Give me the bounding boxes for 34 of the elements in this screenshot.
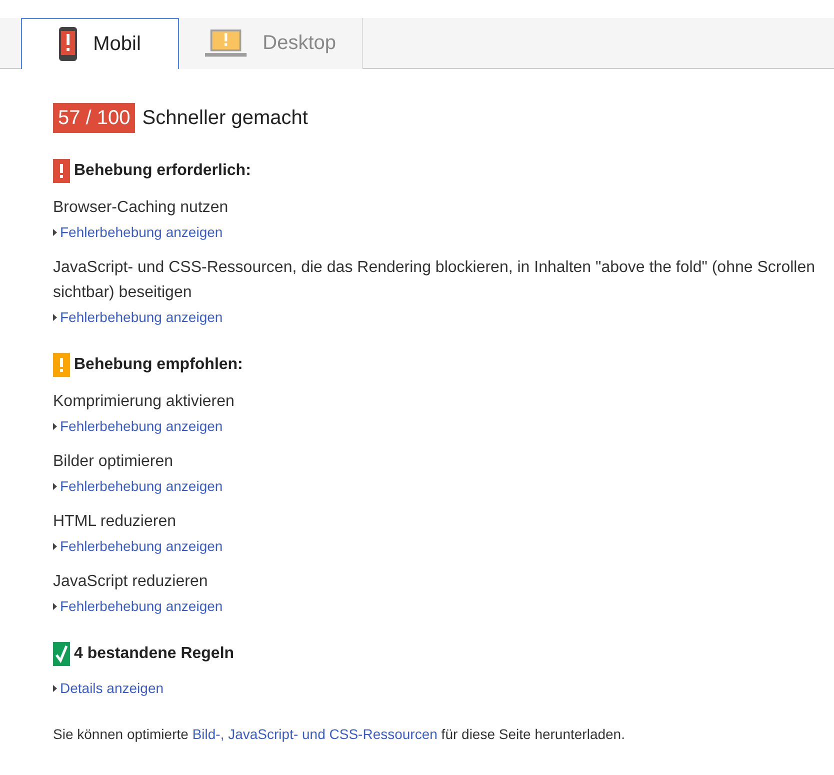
- triangle-icon: [53, 422, 57, 430]
- details-link[interactable]: Fehlerbehebung anzeigen: [60, 222, 223, 242]
- tab[interactable]: Mobil: [21, 18, 179, 69]
- rule-title: Bilder optimieren: [53, 452, 174, 472]
- triangle-icon: [53, 602, 57, 610]
- checkmark-icon: [53, 642, 70, 666]
- exclamation-icon: [53, 159, 70, 183]
- triangle-icon: [53, 684, 57, 692]
- download-note: Sie können optimierte Bild-, JavaScript- und CSS-Ressourcen für diese Seite herunterladen.: [53, 725, 626, 744]
- triangle-icon: [53, 228, 57, 236]
- section-heading: Behebung erforderlich:: [74, 162, 251, 180]
- rule-title: JavaScript reduzieren: [53, 572, 209, 592]
- triangle-icon: [53, 314, 57, 320]
- score-badge: 57 / 100: [53, 103, 136, 133]
- rule-title: JavaScript- und CSS-Ressourcen, die das Rendering blockieren, in Inhalten "above the fold" (ohne Scrollen sichtbar) beseitigen: [53, 258, 816, 303]
- rule-title: Komprimierung aktivieren: [53, 392, 236, 412]
- details-link[interactable]: Fehlerbehebung anzeigen: [60, 416, 223, 436]
- section-heading: Behebung empfohlen:: [74, 356, 243, 374]
- download-link[interactable]: Bild-, JavaScript- und CSS-Ressourcen: [192, 726, 438, 742]
- score-label: Schneller gemacht: [142, 106, 308, 130]
- rule-title: HTML reduzieren: [53, 512, 178, 532]
- rule-title: Browser-Caching nutzen: [53, 198, 230, 218]
- details-link[interactable]: Details anzeigen: [60, 678, 164, 698]
- phone-icon: [59, 27, 78, 61]
- tab[interactable]: Desktop: [179, 18, 363, 69]
- details-link[interactable]: Fehlerbehebung anzeigen: [60, 536, 223, 556]
- laptop-icon: [205, 28, 247, 60]
- exclamation-icon: [53, 353, 70, 377]
- section-heading: 4 bestandene Regeln: [74, 645, 234, 663]
- details-link[interactable]: Fehlerbehebung anzeigen: [60, 307, 223, 327]
- details-link[interactable]: Fehlerbehebung anzeigen: [60, 476, 223, 496]
- triangle-icon: [53, 542, 57, 550]
- triangle-icon: [53, 482, 57, 490]
- details-link[interactable]: Fehlerbehebung anzeigen: [60, 596, 223, 616]
